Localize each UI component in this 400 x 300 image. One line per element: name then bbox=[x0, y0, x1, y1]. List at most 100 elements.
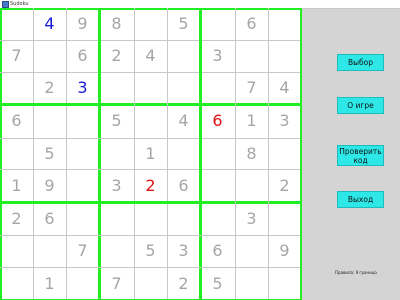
sudoku-cell[interactable]: 4 bbox=[167, 104, 200, 138]
sudoku-cell[interactable] bbox=[200, 202, 235, 235]
sudoku-cell[interactable]: 6 bbox=[33, 202, 66, 235]
sudoku-cell[interactable]: 6 bbox=[200, 235, 235, 267]
box-border-vertical bbox=[0, 8, 2, 300]
sudoku-cell[interactable]: 3 bbox=[66, 72, 99, 104]
sudoku-cell[interactable]: 7 bbox=[99, 267, 134, 300]
sudoku-cell[interactable]: 7 bbox=[0, 40, 33, 72]
sudoku-cell[interactable]: 9 bbox=[33, 169, 66, 202]
sudoku-cell[interactable] bbox=[66, 267, 99, 300]
sudoku-cell[interactable]: 7 bbox=[235, 72, 268, 104]
sudoku-cell[interactable] bbox=[167, 202, 200, 235]
sudoku-cell[interactable] bbox=[235, 40, 268, 72]
sudoku-cell[interactable] bbox=[0, 138, 33, 169]
sudoku-cell[interactable]: 4 bbox=[33, 8, 66, 40]
about-button[interactable]: О игре bbox=[337, 97, 384, 114]
sudoku-cell[interactable] bbox=[235, 235, 268, 267]
sudoku-cell[interactable] bbox=[0, 235, 33, 267]
sudoku-cell[interactable]: 8 bbox=[99, 8, 134, 40]
sudoku-cell[interactable]: 5 bbox=[33, 138, 66, 169]
cell-border-vertical bbox=[235, 8, 236, 300]
sudoku-cell[interactable] bbox=[268, 138, 301, 169]
check-code-button[interactable]: Проверить код bbox=[337, 145, 384, 166]
sudoku-cell[interactable] bbox=[134, 202, 167, 235]
sudoku-cell[interactable] bbox=[134, 8, 167, 40]
sudoku-cell[interactable] bbox=[134, 72, 167, 104]
cell-border-vertical bbox=[134, 8, 135, 300]
cell-border-horizontal bbox=[0, 40, 302, 41]
sudoku-cell[interactable] bbox=[268, 8, 301, 40]
cell-border-horizontal bbox=[0, 72, 302, 73]
sudoku-cell[interactable]: 9 bbox=[268, 235, 301, 267]
sudoku-cell[interactable] bbox=[167, 138, 200, 169]
sudoku-cell[interactable] bbox=[99, 138, 134, 169]
sudoku-cell[interactable]: 6 bbox=[200, 104, 235, 138]
sudoku-cell[interactable]: 1 bbox=[33, 267, 66, 300]
sudoku-cell[interactable] bbox=[0, 267, 33, 300]
sudoku-cell[interactable] bbox=[99, 202, 134, 235]
sudoku-cell[interactable]: 3 bbox=[268, 104, 301, 138]
window-title: Sudoku bbox=[10, 1, 29, 7]
sudoku-cell[interactable]: 2 bbox=[0, 202, 33, 235]
sudoku-cell[interactable] bbox=[33, 40, 66, 72]
sudoku-cell[interactable] bbox=[66, 202, 99, 235]
sudoku-cell[interactable] bbox=[99, 72, 134, 104]
side-panel: Выбор О игре Проверить код Выход Правила… bbox=[302, 8, 400, 300]
sudoku-cell[interactable]: 5 bbox=[134, 235, 167, 267]
sudoku-cell[interactable]: 3 bbox=[99, 169, 134, 202]
sudoku-cell[interactable] bbox=[235, 267, 268, 300]
box-border-vertical bbox=[199, 8, 202, 300]
sudoku-cell[interactable]: 2 bbox=[134, 169, 167, 202]
sudoku-cell[interactable]: 5 bbox=[200, 267, 235, 300]
cell-border-horizontal bbox=[0, 267, 302, 268]
sudoku-cell[interactable]: 6 bbox=[66, 40, 99, 72]
sudoku-cell[interactable] bbox=[200, 138, 235, 169]
select-button[interactable]: Выбор bbox=[337, 54, 384, 71]
sudoku-cell[interactable] bbox=[33, 235, 66, 267]
sudoku-cell[interactable] bbox=[200, 169, 235, 202]
cell-border-horizontal bbox=[0, 138, 302, 139]
sudoku-cell[interactable]: 1 bbox=[134, 138, 167, 169]
sudoku-cell[interactable]: 2 bbox=[268, 169, 301, 202]
sudoku-cell[interactable]: 5 bbox=[99, 104, 134, 138]
sudoku-cell[interactable] bbox=[66, 104, 99, 138]
sudoku-cell[interactable] bbox=[33, 104, 66, 138]
sudoku-cell[interactable] bbox=[268, 267, 301, 300]
sudoku-cell[interactable]: 9 bbox=[66, 8, 99, 40]
box-border-vertical bbox=[98, 8, 101, 300]
sudoku-cell[interactable] bbox=[235, 169, 268, 202]
sudoku-cell[interactable]: 7 bbox=[66, 235, 99, 267]
sudoku-cell[interactable]: 1 bbox=[235, 104, 268, 138]
sudoku-cell[interactable]: 5 bbox=[167, 8, 200, 40]
sudoku-cell[interactable]: 2 bbox=[99, 40, 134, 72]
cell-border-horizontal bbox=[0, 235, 302, 236]
sudoku-cell[interactable] bbox=[134, 267, 167, 300]
sudoku-cell[interactable]: 4 bbox=[268, 72, 301, 104]
sudoku-cell[interactable] bbox=[66, 169, 99, 202]
sudoku-cell[interactable]: 6 bbox=[167, 169, 200, 202]
sudoku-cell[interactable] bbox=[200, 8, 235, 40]
sudoku-cell[interactable]: 6 bbox=[235, 8, 268, 40]
sudoku-cell[interactable]: 3 bbox=[200, 40, 235, 72]
sudoku-cell[interactable] bbox=[66, 138, 99, 169]
sudoku-cell[interactable] bbox=[99, 235, 134, 267]
sudoku-cell[interactable] bbox=[268, 40, 301, 72]
sudoku-cell[interactable] bbox=[167, 72, 200, 104]
cell-border-vertical bbox=[167, 8, 168, 300]
sudoku-cell[interactable]: 2 bbox=[33, 72, 66, 104]
sudoku-cell[interactable]: 3 bbox=[235, 202, 268, 235]
sudoku-cell[interactable]: 4 bbox=[134, 40, 167, 72]
sudoku-cell[interactable]: 8 bbox=[235, 138, 268, 169]
sudoku-cell[interactable] bbox=[0, 8, 33, 40]
sudoku-cell[interactable] bbox=[134, 104, 167, 138]
sudoku-cell[interactable]: 3 bbox=[167, 235, 200, 267]
exit-button[interactable]: Выход bbox=[337, 191, 384, 208]
cell-border-horizontal bbox=[0, 169, 302, 170]
box-border-horizontal bbox=[0, 103, 302, 106]
sudoku-cell[interactable]: 1 bbox=[0, 169, 33, 202]
sudoku-cell[interactable] bbox=[167, 40, 200, 72]
sudoku-cell[interactable] bbox=[200, 72, 235, 104]
sudoku-cell[interactable]: 2 bbox=[167, 267, 200, 300]
sudoku-cell[interactable] bbox=[268, 202, 301, 235]
sudoku-cell[interactable]: 6 bbox=[0, 104, 33, 138]
sudoku-cell[interactable] bbox=[0, 72, 33, 104]
